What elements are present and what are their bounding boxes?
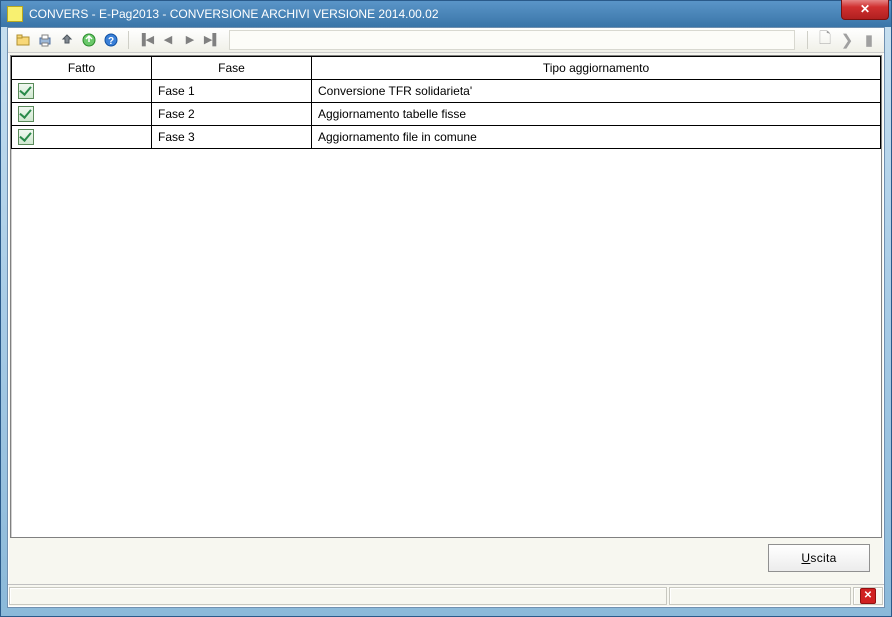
exit-next-icon: ❯ [841, 31, 854, 49]
help-icon: ? [103, 32, 119, 48]
stop-icon: ▮ [865, 31, 873, 49]
status-panel-left [9, 587, 667, 605]
exit-button-2[interactable]: ❯ [836, 30, 858, 50]
table-row[interactable]: Fase 2 Aggiornamento tabelle fisse [12, 103, 881, 126]
nav-first-button[interactable]: ▐◀ [135, 30, 157, 50]
content-area: Fatto Fase Tipo aggiornamento Fase 1 Con… [8, 53, 884, 584]
grid-header-row: Fatto Fase Tipo aggiornamento [12, 57, 881, 80]
export-icon [81, 32, 97, 48]
recycle-icon [59, 32, 75, 48]
nav-last-icon: ▶▌ [204, 35, 220, 46]
cell-phase[interactable]: Fase 3 [152, 126, 312, 149]
exit-label-rest: scita [810, 551, 836, 565]
exit-icon: 🗋 [819, 28, 831, 53]
print-icon [37, 32, 53, 48]
cell-desc[interactable]: Aggiornamento file in comune [312, 126, 881, 149]
col-header-desc[interactable]: Tipo aggiornamento [312, 57, 881, 80]
close-icon: ✕ [860, 2, 870, 16]
status-bar: ✕ [8, 584, 884, 607]
nav-last-button[interactable]: ▶▌ [201, 30, 223, 50]
table-row[interactable]: Fase 1 Conversione TFR solidarieta' [12, 80, 881, 103]
app-icon [7, 6, 23, 22]
grid-frame: Fatto Fase Tipo aggiornamento Fase 1 Con… [10, 55, 882, 538]
col-header-phase[interactable]: Fase [152, 57, 312, 80]
stop-button[interactable]: ▮ [858, 30, 880, 50]
exit-label-hotkey: U [801, 551, 810, 565]
button-row: Uscita [10, 538, 882, 578]
open-button[interactable] [12, 30, 34, 50]
status-panel-mid [669, 587, 851, 605]
checkbox-checked-icon [18, 106, 34, 122]
cell-done[interactable] [12, 103, 152, 126]
cell-desc[interactable]: Aggiornamento tabelle fisse [312, 103, 881, 126]
toolbar-spacer [229, 30, 795, 50]
nav-prev-icon: ◀ [164, 35, 172, 46]
toolbar-separator [128, 31, 129, 49]
exit-button-1[interactable]: 🗋 [814, 30, 836, 50]
help-button[interactable]: ? [100, 30, 122, 50]
toolbar: ? ▐◀ ◀ ▶ ▶▌ 🗋 ❯ [8, 28, 884, 53]
status-panel-right: ✕ [853, 587, 883, 605]
cell-phase[interactable]: Fase 2 [152, 103, 312, 126]
recycle-button[interactable] [56, 30, 78, 50]
window-body: ? ▐◀ ◀ ▶ ▶▌ 🗋 ❯ [7, 27, 885, 608]
export-button[interactable] [78, 30, 100, 50]
svg-text:?: ? [108, 36, 114, 47]
exit-app-button[interactable]: Uscita [768, 544, 870, 572]
cell-done[interactable] [12, 126, 152, 149]
cell-done[interactable] [12, 80, 152, 103]
open-icon [15, 32, 31, 48]
nav-prev-button[interactable]: ◀ [157, 30, 179, 50]
table-row[interactable]: Fase 3 Aggiornamento file in comune [12, 126, 881, 149]
status-close-icon[interactable]: ✕ [860, 588, 876, 604]
toolbar-separator [807, 31, 808, 49]
cell-phase[interactable]: Fase 1 [152, 80, 312, 103]
print-button[interactable] [34, 30, 56, 50]
checkbox-checked-icon [18, 129, 34, 145]
window-close-button[interactable]: ✕ [841, 0, 889, 20]
nav-first-icon: ▐◀ [138, 35, 154, 46]
data-grid[interactable]: Fatto Fase Tipo aggiornamento Fase 1 Con… [11, 56, 881, 149]
nav-next-button[interactable]: ▶ [179, 30, 201, 50]
cell-desc[interactable]: Conversione TFR solidarieta' [312, 80, 881, 103]
title-bar: CONVERS - E-Pag2013 - CONVERSIONE ARCHIV… [1, 1, 891, 27]
application-window: CONVERS - E-Pag2013 - CONVERSIONE ARCHIV… [0, 0, 892, 617]
nav-next-icon: ▶ [186, 35, 194, 46]
checkbox-checked-icon [18, 83, 34, 99]
col-header-done[interactable]: Fatto [12, 57, 152, 80]
window-title: CONVERS - E-Pag2013 - CONVERSIONE ARCHIV… [29, 7, 439, 21]
